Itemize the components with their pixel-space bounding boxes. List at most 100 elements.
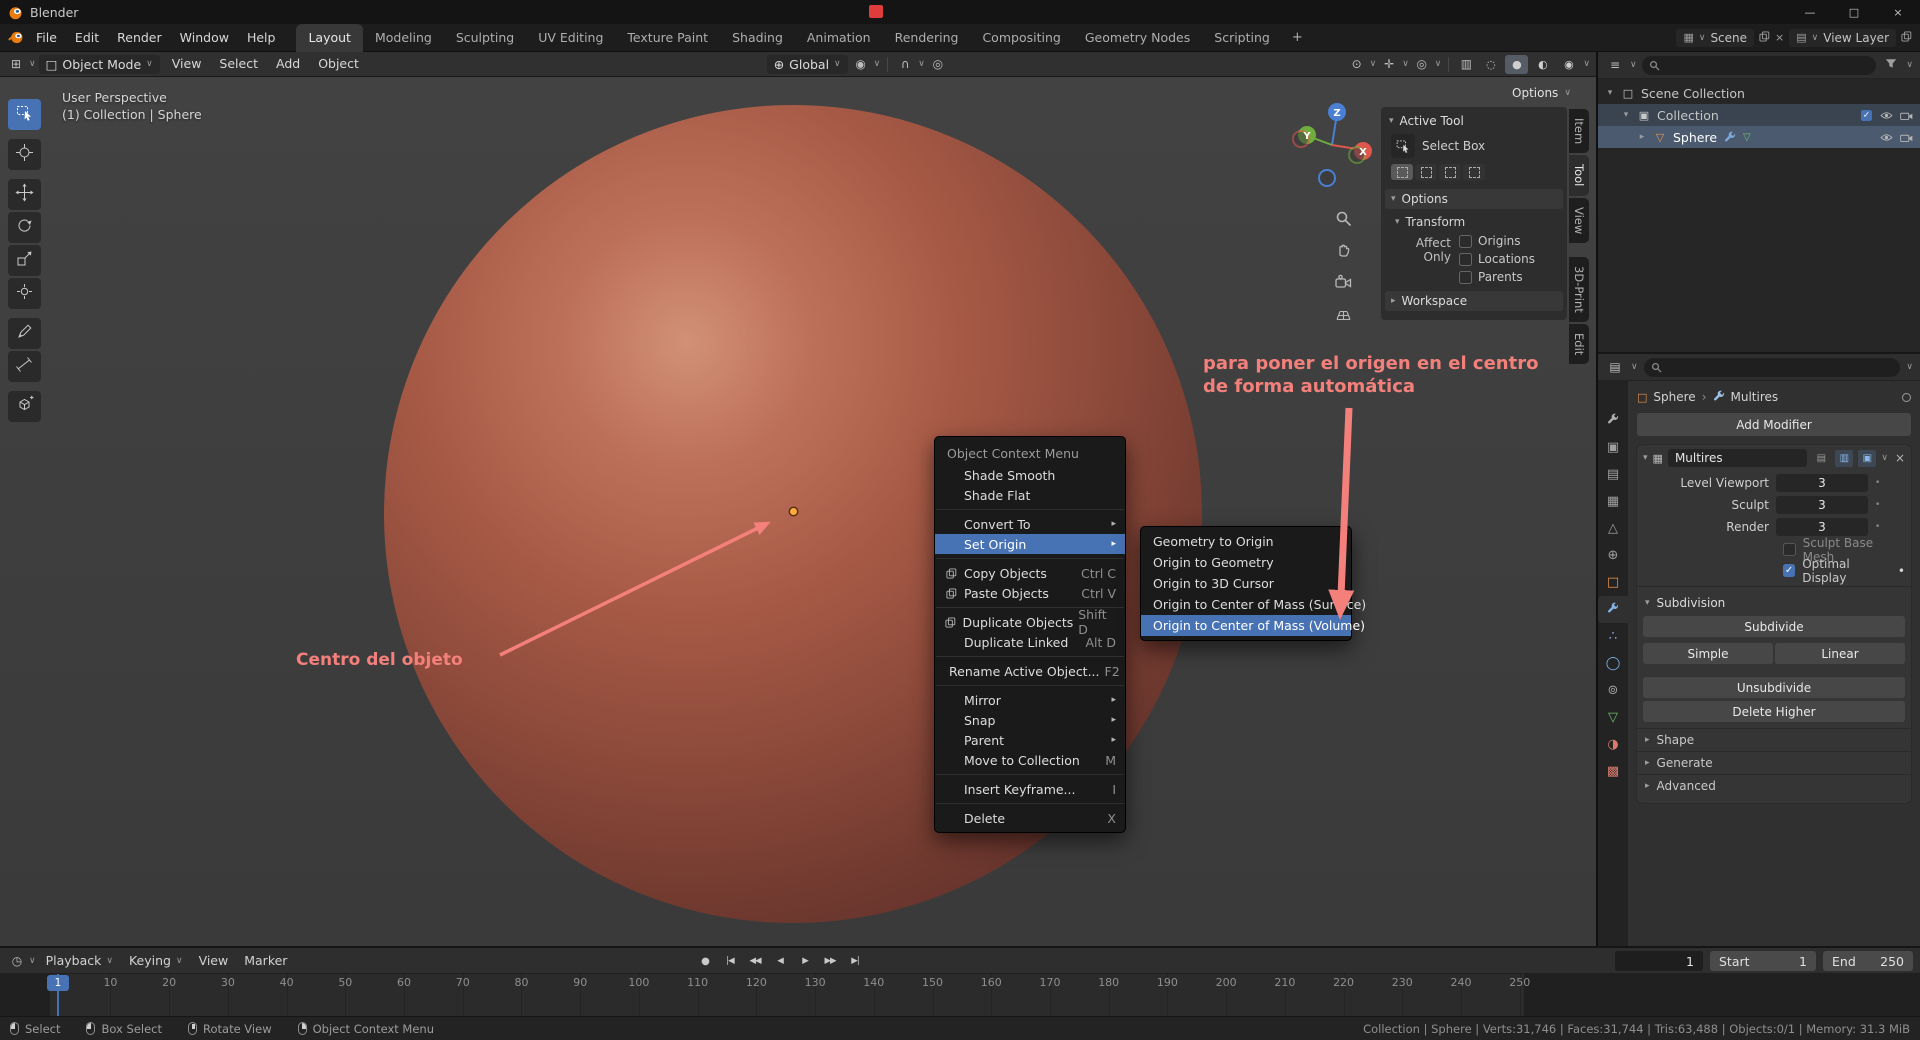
blender-menu-icon[interactable] xyxy=(6,31,25,45)
tool-add-cube[interactable] xyxy=(8,391,41,422)
maximize-button[interactable]: □ xyxy=(1832,0,1876,24)
add-workspace-button[interactable]: + xyxy=(1282,30,1313,45)
context-menu-item-duplicate-objects[interactable]: Duplicate Objects Shift D xyxy=(935,607,1125,637)
submenu-item-origin-to-center-of-mass-surface[interactable]: Origin to Center of Mass (Surface) xyxy=(1141,594,1366,615)
mode-selector[interactable]: □ Object Mode ∨ xyxy=(38,54,160,74)
tool-rotate[interactable] xyxy=(8,212,41,243)
timeline-editor-icon[interactable]: ◷ xyxy=(7,954,27,968)
properties-filter-dropdown-icon[interactable]: ∨ xyxy=(1906,362,1913,372)
sculpt-base-mesh-row[interactable]: Sculpt Base Mesh xyxy=(1783,536,1905,564)
shading-dropdown-icon[interactable]: ∨ xyxy=(1583,59,1590,69)
timeline-menu-playback[interactable]: Playback ∨ xyxy=(38,953,121,968)
workspace-tab-uv-editing[interactable]: UV Editing xyxy=(526,24,615,52)
modifier-extras-dropdown-icon[interactable]: ∨ xyxy=(1881,453,1888,463)
record-button[interactable]: ● xyxy=(694,952,716,971)
subdivision-section-header[interactable]: ▾ Subdivision xyxy=(1643,592,1905,613)
tool-cursor[interactable] xyxy=(8,139,41,170)
breadcrumb-object[interactable]: Sphere xyxy=(1653,390,1695,404)
eye-icon[interactable] xyxy=(1880,111,1893,120)
subdivide-button[interactable]: Subdivide xyxy=(1643,616,1905,637)
linear-button[interactable]: Linear xyxy=(1775,643,1905,664)
gizmos-icon[interactable]: ✛ xyxy=(1379,57,1399,71)
context-menu-item-parent[interactable]: Parent ▸ xyxy=(935,730,1125,750)
context-menu-item-shade-smooth[interactable]: Shade Smooth xyxy=(935,465,1125,485)
outliner-row-sphere[interactable]: ▸ ▽ Sphere ▽ xyxy=(1598,126,1920,148)
properties-tab-object[interactable]: □ xyxy=(1598,569,1628,596)
disclosure-icon[interactable]: ▾ xyxy=(1620,110,1632,120)
active-tool-panel-header[interactable]: ▾ Active Tool xyxy=(1381,112,1567,130)
pin-icon[interactable] xyxy=(1902,392,1911,402)
camera-icon[interactable] xyxy=(1900,111,1913,120)
properties-tab-particles[interactable]: ∴ xyxy=(1598,623,1628,650)
context-menu-item-mirror[interactable]: Mirror ▸ xyxy=(935,690,1125,710)
menu-file[interactable]: File xyxy=(27,24,66,52)
disclosure-icon[interactable]: ▸ xyxy=(1636,132,1648,142)
sidebar-tab-3d-print[interactable]: 3D-Print xyxy=(1569,256,1589,322)
properties-tab-tool[interactable] xyxy=(1598,407,1628,434)
checkbox-origins[interactable] xyxy=(1459,234,1472,248)
properties-tab-constraints[interactable]: ⊚ xyxy=(1598,677,1628,704)
sidebar-tab-edit[interactable]: Edit xyxy=(1569,323,1589,364)
proportional-editing-icon[interactable]: ◎ xyxy=(928,57,948,71)
jump-to-start-button[interactable]: |◀ xyxy=(719,952,741,971)
properties-tab-material[interactable]: ◑ xyxy=(1598,731,1628,758)
object-visibility-icon[interactable]: ⊙ xyxy=(1347,57,1367,71)
tool-move[interactable] xyxy=(8,179,41,210)
modifier-name-field[interactable]: Multires xyxy=(1667,449,1808,467)
end-frame-field[interactable]: End 250 xyxy=(1823,951,1913,971)
context-menu-item-convert-to[interactable]: Convert To ▸ xyxy=(935,514,1125,534)
shading-wireframe-button[interactable]: ◌ xyxy=(1479,55,1502,74)
context-menu-item-move-to-collection[interactable]: Move to Collection M xyxy=(935,750,1125,770)
play-button[interactable]: ▶ xyxy=(794,952,816,971)
section-shape[interactable]: ▸ Shape xyxy=(1637,728,1911,751)
viewport-menu-add[interactable]: Add xyxy=(267,50,309,78)
menu-edit[interactable]: Edit xyxy=(66,24,108,52)
context-menu-item-insert-keyframe[interactable]: Insert Keyframe... I xyxy=(935,779,1125,799)
context-menu-item-duplicate-linked[interactable]: Duplicate Linked Alt D xyxy=(935,632,1125,652)
properties-tab-object-data[interactable]: ▽ xyxy=(1598,704,1628,731)
realtime-display-toggle-icon[interactable]: ▥ xyxy=(1835,449,1854,467)
pivot-dropdown-icon[interactable]: ∨ xyxy=(874,59,881,69)
scene-copy-icon[interactable] xyxy=(1759,30,1770,45)
options-section-header[interactable]: ▾ Options xyxy=(1385,189,1563,209)
value-field-render[interactable]: 3 xyxy=(1776,518,1868,536)
submenu-item-geometry-to-origin[interactable]: Geometry to Origin xyxy=(1141,531,1351,552)
modifier-expand-icon[interactable]: ▾ xyxy=(1643,453,1648,463)
section-generate[interactable]: ▸ Generate xyxy=(1637,751,1911,774)
orthographic-grid-icon[interactable] xyxy=(1334,305,1352,323)
editor-type-dropdown-icon[interactable]: ∨ xyxy=(29,59,36,69)
properties-tab-physics[interactable]: ◯ xyxy=(1598,650,1628,677)
properties-tab-view-layer[interactable]: ▦ xyxy=(1598,488,1628,515)
tool-annotate[interactable] xyxy=(8,318,41,349)
menu-help[interactable]: Help xyxy=(238,24,285,52)
camera-view-icon[interactable] xyxy=(1334,273,1352,291)
properties-tab-output[interactable]: ▤ xyxy=(1598,461,1628,488)
sidebar-tab-view[interactable]: View xyxy=(1569,197,1589,243)
context-menu-item-snap[interactable]: Snap ▸ xyxy=(935,710,1125,730)
sidebar-tab-tool[interactable]: Tool xyxy=(1569,155,1589,196)
context-menu-item-delete[interactable]: Delete X xyxy=(935,808,1125,828)
filter-icon[interactable] xyxy=(1881,58,1901,72)
context-menu-item-copy-objects[interactable]: Copy Objects Ctrl C xyxy=(935,563,1125,583)
scene-selector[interactable]: ▦ ∨ Scene xyxy=(1676,28,1755,47)
view-layer-selector[interactable]: ▤ ∨ View Layer xyxy=(1789,28,1896,47)
render-display-toggle-icon[interactable]: ▣ xyxy=(1858,449,1877,467)
select-mode-set-button[interactable] xyxy=(1391,164,1413,180)
checkbox-locations[interactable] xyxy=(1459,252,1472,266)
edit-mode-toggle-icon[interactable]: ▤ xyxy=(1812,450,1830,467)
tool-measure[interactable] xyxy=(8,351,41,382)
timeline-menu-keying[interactable]: Keying ∨ xyxy=(121,953,191,968)
submenu-item-origin-to-geometry[interactable]: Origin to Geometry xyxy=(1141,552,1351,573)
timeline-editor-dropdown-icon[interactable]: ∨ xyxy=(29,956,36,966)
camera-icon[interactable] xyxy=(1900,133,1913,142)
current-frame-indicator[interactable]: 1 xyxy=(47,975,69,991)
properties-search-input[interactable] xyxy=(1643,357,1901,377)
tool-transform[interactable] xyxy=(8,278,41,309)
visibility-dropdown-icon[interactable]: ∨ xyxy=(1370,59,1377,69)
optimal-display-row[interactable]: ✓ Optimal Display • xyxy=(1783,557,1905,585)
optimal-display-checkbox[interactable]: ✓ xyxy=(1783,564,1796,577)
snap-magnet-icon[interactable]: ∩ xyxy=(895,57,915,71)
navigation-gizmo[interactable]: Z X Y xyxy=(1284,97,1380,197)
pan-hand-icon[interactable] xyxy=(1334,241,1352,259)
workspace-tab-scripting[interactable]: Scripting xyxy=(1202,24,1282,52)
